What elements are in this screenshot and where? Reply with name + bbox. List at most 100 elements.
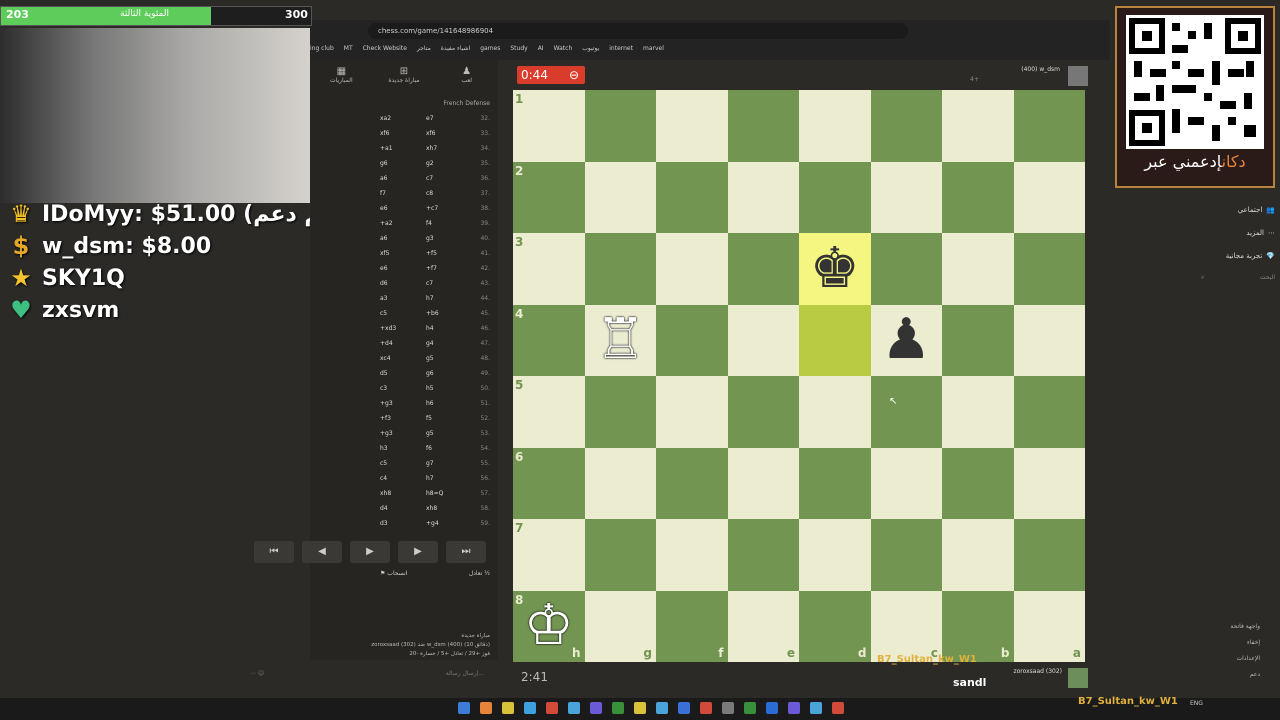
sidebar-bottom-item[interactable]: واجهة فاتحة	[1200, 623, 1260, 630]
taskbar-app-icon[interactable]	[766, 702, 778, 714]
move-white[interactable]: g2	[426, 160, 456, 175]
board-square[interactable]	[942, 447, 1014, 519]
board-square[interactable]	[727, 233, 799, 305]
taskbar-app-icon[interactable]	[788, 702, 800, 714]
taskbar-app-icon[interactable]	[568, 702, 580, 714]
move-black[interactable]: +xd3	[380, 325, 410, 340]
move-white[interactable]: +f5	[426, 250, 456, 265]
board-square[interactable]	[942, 233, 1014, 305]
move-black[interactable]: +a2	[380, 220, 410, 235]
board-square[interactable]	[656, 447, 728, 519]
board-square[interactable]	[799, 304, 871, 376]
language-indicator[interactable]: ENG	[1190, 700, 1203, 707]
board-square[interactable]	[870, 233, 942, 305]
more-icon[interactable]: ⋯ ☺	[250, 670, 264, 677]
board-square[interactable]: 6	[513, 447, 585, 519]
board-square[interactable]	[656, 519, 728, 591]
move-white[interactable]: g4	[426, 340, 456, 355]
move-white[interactable]: g6	[426, 370, 456, 385]
board-square[interactable]	[942, 161, 1014, 233]
board-square[interactable]: 1	[513, 90, 585, 162]
board-square[interactable]	[870, 376, 942, 448]
board-square[interactable]	[1013, 376, 1085, 448]
board-square[interactable]	[1013, 519, 1085, 591]
move-black[interactable]: h3	[380, 445, 410, 460]
sidebar-item[interactable]: اجتماعي 👥	[1195, 206, 1275, 214]
move-white[interactable]: g7	[426, 460, 456, 475]
move-white[interactable]: g3	[426, 235, 456, 250]
move-white[interactable]: f6	[426, 445, 456, 460]
bookmark-item[interactable]: internet	[609, 45, 633, 52]
move-white[interactable]: +f7	[426, 265, 456, 280]
move-black[interactable]: g6	[380, 160, 410, 175]
board-square[interactable]	[727, 447, 799, 519]
board-square[interactable]: ♖	[584, 304, 656, 376]
move-black[interactable]: +g3	[380, 430, 410, 445]
board-square[interactable]	[584, 233, 656, 305]
move-black[interactable]: e6	[380, 265, 410, 280]
draw-button[interactable]: تعادل ½	[469, 570, 490, 577]
move-white[interactable]: e7	[426, 115, 456, 130]
board-square[interactable]: f	[656, 590, 728, 662]
board-square[interactable]: 7	[513, 519, 585, 591]
board-square[interactable]	[584, 447, 656, 519]
board-square[interactable]: c	[870, 590, 942, 662]
board-square[interactable]: d	[799, 590, 871, 662]
last-move-button[interactable]: ⏭	[446, 541, 486, 563]
bookmark-item[interactable]: متاجر	[417, 45, 431, 52]
address-bar[interactable]: chess.com/game/141648986904	[368, 23, 908, 39]
move-black[interactable]: a3	[380, 295, 410, 310]
white-king[interactable]: ♔	[513, 591, 585, 663]
bookmark-item[interactable]: يوتيوب	[582, 45, 599, 52]
bottom-player[interactable]: zoroxsaad (302)	[990, 668, 1062, 675]
taskbar-app-icon[interactable]	[722, 702, 734, 714]
board-square[interactable]	[942, 519, 1014, 591]
board-square[interactable]: b	[942, 590, 1014, 662]
chess-board[interactable]: 1 2 3 ♚ 4 ♖ ♟ 5 6 7 8 h ♔ g f e d c b a	[513, 90, 1085, 662]
move-black[interactable]: xf6	[380, 130, 410, 145]
move-black[interactable]: e6	[380, 205, 410, 220]
move-white[interactable]: h8=Q	[426, 490, 456, 505]
board-square[interactable]: e	[727, 590, 799, 662]
move-white[interactable]: +b6	[426, 310, 456, 325]
board-square[interactable]	[1013, 447, 1085, 519]
board-square[interactable]	[870, 519, 942, 591]
board-square[interactable]	[799, 90, 871, 162]
play-button[interactable]: ▶	[350, 541, 390, 563]
board-square[interactable]	[942, 376, 1014, 448]
board-square[interactable]	[1013, 161, 1085, 233]
sidebar-bottom-item[interactable]: الإعدادات	[1200, 655, 1260, 662]
move-white[interactable]: h5	[426, 385, 456, 400]
bookmark-item[interactable]: games	[480, 45, 500, 52]
bookmark-item[interactable]: Watch	[554, 45, 573, 52]
move-black[interactable]: +a1	[380, 145, 410, 160]
board-square[interactable]: 4	[513, 304, 585, 376]
move-black[interactable]: d6	[380, 280, 410, 295]
next-move-button[interactable]: ▶	[398, 541, 438, 563]
taskbar-app-icon[interactable]	[524, 702, 536, 714]
board-square[interactable]	[799, 519, 871, 591]
resign-button[interactable]: ⚑ انسحاب	[380, 570, 407, 577]
board-square[interactable]: 2	[513, 161, 585, 233]
board-square[interactable]	[727, 519, 799, 591]
board-square[interactable]	[656, 233, 728, 305]
board-square[interactable]	[727, 161, 799, 233]
move-black[interactable]: d3	[380, 520, 410, 535]
taskbar-app-icon[interactable]	[700, 702, 712, 714]
move-white[interactable]: g5	[426, 430, 456, 445]
taskbar-app-icon[interactable]	[458, 702, 470, 714]
sidebar-search[interactable]: البحث ⌕	[1195, 274, 1275, 288]
move-black[interactable]: c4	[380, 475, 410, 490]
black-king[interactable]: ♚	[799, 233, 871, 305]
board-square[interactable]	[727, 304, 799, 376]
board-square[interactable]	[1013, 90, 1085, 162]
board-square[interactable]	[1013, 304, 1085, 376]
board-square[interactable]	[584, 519, 656, 591]
board-square[interactable]	[656, 376, 728, 448]
board-square[interactable]: g	[584, 590, 656, 662]
move-white[interactable]: g5	[426, 355, 456, 370]
move-white[interactable]: f4	[426, 220, 456, 235]
board-square[interactable]	[942, 90, 1014, 162]
board-square[interactable]	[799, 376, 871, 448]
board-square[interactable]	[870, 90, 942, 162]
